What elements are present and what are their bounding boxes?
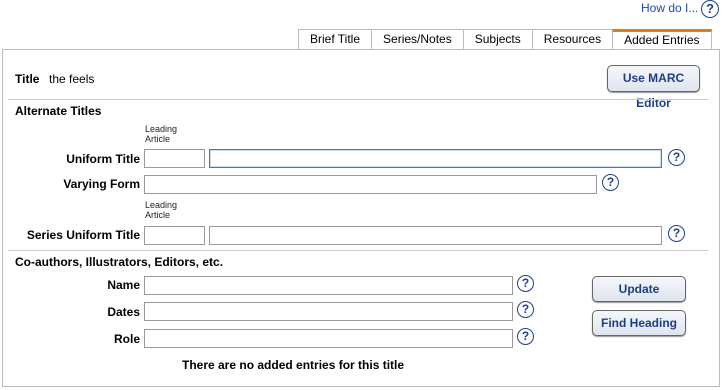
how-do-i-link[interactable]: How do I...	[641, 1, 698, 15]
series-uniform-title-article-input[interactable]	[144, 226, 205, 245]
divider-2	[8, 250, 708, 251]
tab-series-notes[interactable]: Series/Notes	[371, 29, 464, 49]
role-label: Role	[113, 332, 140, 346]
varying-form-help-icon[interactable]: ?	[602, 174, 619, 191]
divider	[8, 99, 708, 100]
leading-article-caption-2: Leading Article	[145, 200, 178, 220]
title-label: Title	[15, 72, 40, 86]
use-marc-editor-button[interactable]: Use MARC Editor	[607, 65, 700, 110]
tab-resources[interactable]: Resources	[531, 29, 614, 49]
dates-help-icon[interactable]: ?	[517, 301, 534, 318]
series-uniform-title-help-icon[interactable]: ?	[668, 225, 685, 242]
coauthors-heading: Co-authors, Illustrators, Editors, etc.	[15, 255, 224, 269]
alternate-titles-heading: Alternate Titles	[15, 104, 102, 118]
role-help-icon[interactable]: ?	[517, 328, 534, 345]
series-uniform-title-input[interactable]	[209, 226, 662, 245]
help-icon[interactable]: ?	[701, 0, 719, 18]
dates-input[interactable]	[144, 302, 513, 321]
uniform-title-input[interactable]	[209, 149, 662, 168]
tab-added-entries[interactable]: Added Entries	[612, 29, 712, 50]
tab-subjects[interactable]: Subjects	[462, 29, 533, 49]
title-value: the feels	[49, 72, 95, 86]
tab-bar: Brief Title Series/Notes Subjects Resour…	[298, 29, 712, 50]
uniform-title-article-input[interactable]	[144, 149, 205, 168]
uniform-title-help-icon[interactable]: ?	[668, 149, 685, 166]
uniform-title-label: Uniform Title	[66, 152, 140, 166]
find-heading-button[interactable]: Find Heading	[592, 310, 686, 336]
varying-form-label: Varying Form	[63, 177, 140, 191]
update-button[interactable]: Update	[592, 276, 686, 302]
name-help-icon[interactable]: ?	[517, 275, 534, 292]
varying-form-input[interactable]	[144, 175, 597, 194]
leading-article-caption: Leading Article	[145, 124, 178, 144]
name-input[interactable]	[144, 276, 513, 295]
tab-brief-title[interactable]: Brief Title	[298, 29, 373, 49]
role-input[interactable]	[144, 329, 513, 348]
dates-label: Dates	[107, 305, 140, 319]
empty-entries-message: There are no added entries for this titl…	[182, 358, 405, 372]
name-label: Name	[107, 278, 140, 292]
series-uniform-title-label: Series Uniform Title	[26, 228, 140, 242]
